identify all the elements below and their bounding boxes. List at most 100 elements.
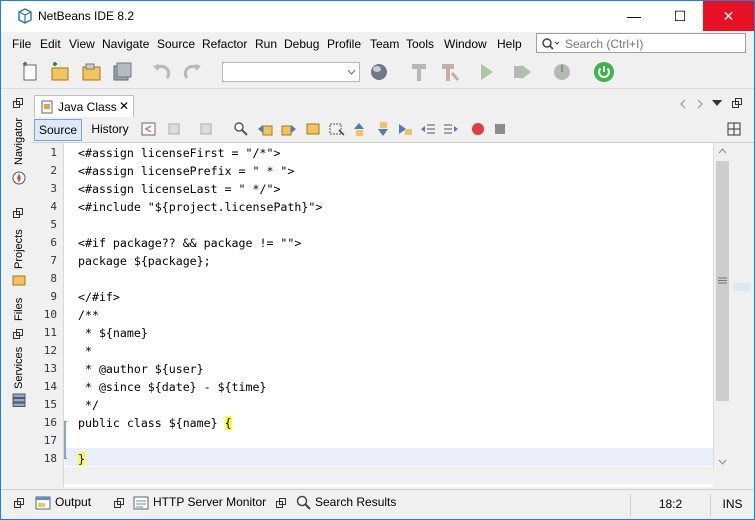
browser-globe-icon[interactable]: [368, 61, 390, 83]
window-restore-icon[interactable]: [732, 98, 743, 108]
menu-profile[interactable]: Profile: [327, 37, 361, 51]
new-file-icon[interactable]: [19, 61, 41, 83]
matching-brace-open: {: [224, 416, 232, 430]
code-line: */: [78, 398, 99, 412]
redo-icon[interactable]: [181, 61, 203, 83]
tab-close-icon[interactable]: ✕: [119, 99, 129, 113]
search-results-tab[interactable]: Search Results: [315, 495, 396, 509]
current-line-highlight: [65, 448, 713, 466]
debug-icon[interactable]: [511, 61, 533, 83]
split-editor-icon[interactable]: [726, 121, 742, 137]
java-file-icon: [41, 100, 53, 114]
title-bar: NetBeans IDE 8.2 — ☐ ✕: [1, 1, 754, 32]
menu-tools[interactable]: Tools: [406, 37, 434, 51]
maximize-button[interactable]: ☐: [657, 1, 703, 31]
line-number: 8: [50, 272, 57, 285]
code-line: package ${package};: [78, 254, 211, 268]
shift-right-icon[interactable]: [443, 121, 459, 137]
undo-icon[interactable]: [151, 61, 173, 83]
menu-run[interactable]: Run: [255, 37, 277, 51]
output-tab[interactable]: Output: [55, 495, 91, 509]
menu-team[interactable]: Team: [370, 37, 399, 51]
scroll-tabs-left-icon[interactable]: [679, 99, 687, 109]
search-box[interactable]: Search (Ctrl+I): [536, 33, 746, 53]
menu-help[interactable]: Help: [497, 37, 522, 51]
tab-java-class[interactable]: Java Class ✕: [34, 95, 134, 117]
code-line: <#assign licensePrefix = " * ">: [78, 164, 295, 178]
code-line: *: [78, 344, 92, 358]
scroll-tabs-right-icon[interactable]: [696, 99, 704, 109]
navigator-tab[interactable]: Navigator: [13, 118, 25, 165]
save-all-icon[interactable]: [111, 61, 133, 83]
next-bookmark-icon[interactable]: [375, 121, 391, 137]
code-line: <#assign licenseLast = " */">: [78, 182, 281, 196]
source-view-button[interactable]: Source: [34, 119, 82, 141]
projects-tab[interactable]: Projects: [13, 229, 25, 269]
open-project-icon[interactable]: [81, 61, 103, 83]
find-next-icon[interactable]: [281, 121, 297, 137]
services-server-icon: [12, 393, 26, 407]
code-line: <#include "${project.licensePath}">: [78, 200, 323, 214]
scroll-up-icon[interactable]: [718, 148, 727, 154]
left-sidebar: Navigator Projects Files Services: [1, 91, 31, 491]
menu-view[interactable]: View: [69, 37, 95, 51]
code-text: public class ${name}: [78, 416, 225, 430]
previous-bookmark-icon[interactable]: [351, 121, 367, 137]
horizontal-scrollbar[interactable]: [64, 467, 713, 484]
close-button[interactable]: ✕: [703, 1, 754, 31]
new-project-icon[interactable]: [49, 61, 71, 83]
menu-window[interactable]: Window: [444, 37, 487, 51]
menu-file[interactable]: File: [12, 37, 31, 51]
vertical-scrollbar[interactable]: [713, 143, 730, 470]
http-server-monitor-tab[interactable]: HTTP Server Monitor: [153, 495, 266, 509]
forward-icon[interactable]: [198, 121, 214, 137]
power-icon[interactable]: [593, 61, 615, 83]
configuration-select[interactable]: [222, 62, 360, 82]
window-restore-icon[interactable]: [13, 208, 24, 218]
window-restore-icon[interactable]: [114, 498, 125, 508]
start-macro-icon[interactable]: [470, 121, 486, 137]
menu-debug[interactable]: Debug: [284, 37, 319, 51]
menu-edit[interactable]: Edit: [40, 37, 61, 51]
code-line: <#assign licenseFirst = "/*">: [78, 146, 281, 160]
search-placeholder: Search (Ctrl+I): [565, 37, 644, 51]
history-view-button[interactable]: History: [86, 119, 134, 141]
line-number: 17: [43, 434, 57, 447]
editor-toolbar: Source History: [31, 117, 754, 143]
services-tab[interactable]: Services: [13, 347, 25, 389]
profile-icon[interactable]: [551, 61, 573, 83]
window-restore-icon[interactable]: [14, 498, 25, 508]
line-number: 5: [50, 218, 57, 231]
menu-navigate[interactable]: Navigate: [102, 37, 149, 51]
error-stripe-marker[interactable]: [733, 283, 751, 291]
toggle-bookmark-icon[interactable]: [397, 121, 413, 137]
find-icon[interactable]: [233, 121, 249, 137]
error-stripe: [730, 143, 754, 487]
toggle-highlight-icon[interactable]: [329, 121, 345, 137]
code-line: * @since ${date} - ${time}: [78, 380, 267, 394]
window-restore-icon[interactable]: [276, 498, 287, 508]
find-selection-icon[interactable]: [305, 121, 321, 137]
back-icon[interactable]: [166, 121, 182, 137]
build-hammer-icon[interactable]: [408, 61, 430, 83]
scroll-down-icon[interactable]: [718, 459, 727, 465]
line-number: 16: [43, 416, 57, 429]
fold-marker[interactable]: [64, 421, 68, 459]
line-number-gutter: 1 2 3 4 5 6 7 8 9 10 11 12 13 14 15 16 1…: [31, 143, 64, 487]
minimize-button[interactable]: —: [611, 1, 657, 31]
run-icon[interactable]: [475, 61, 497, 83]
stop-macro-icon[interactable]: [492, 121, 508, 137]
clean-build-icon[interactable]: [438, 61, 460, 83]
compass-icon: [12, 171, 26, 185]
code-editor[interactable]: 1 2 3 4 5 6 7 8 9 10 11 12 13 14 15 16 1…: [31, 143, 713, 487]
last-edit-icon[interactable]: [141, 121, 157, 137]
line-number: 18: [43, 452, 57, 465]
shift-left-icon[interactable]: [420, 121, 436, 137]
tab-list-dropdown-icon[interactable]: [712, 100, 722, 106]
menu-refactor[interactable]: Refactor: [202, 37, 247, 51]
files-tab[interactable]: Files: [13, 298, 25, 321]
find-previous-icon[interactable]: [257, 121, 273, 137]
window-restore-icon[interactable]: [13, 98, 24, 108]
window-restore-icon[interactable]: [13, 329, 24, 339]
menu-source[interactable]: Source: [157, 37, 195, 51]
